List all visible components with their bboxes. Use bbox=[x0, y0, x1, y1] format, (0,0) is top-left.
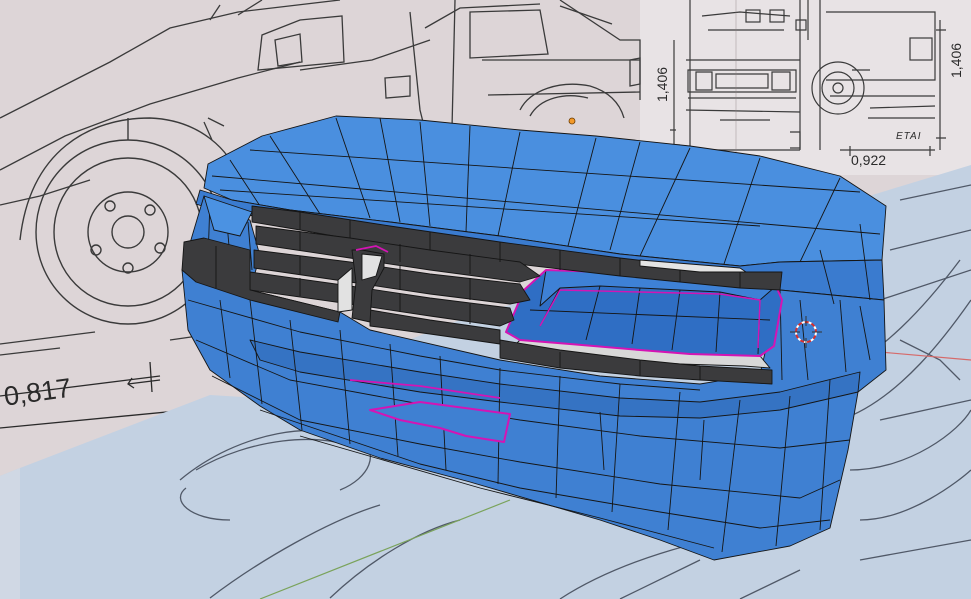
3d-viewport[interactable]: 0,817 0,922 1,406 1,406 ETAI bbox=[0, 0, 971, 599]
viewport-canvas[interactable] bbox=[0, 0, 971, 599]
object-origin-icon[interactable] bbox=[568, 117, 576, 125]
dimension-label-rear-height: 1,406 bbox=[948, 42, 964, 78]
dimension-label-front-width: 0,922 bbox=[851, 152, 887, 168]
dimension-label-front-height: 1,406 bbox=[654, 66, 670, 102]
blueprint-rear-label: ETAI bbox=[896, 131, 922, 142]
